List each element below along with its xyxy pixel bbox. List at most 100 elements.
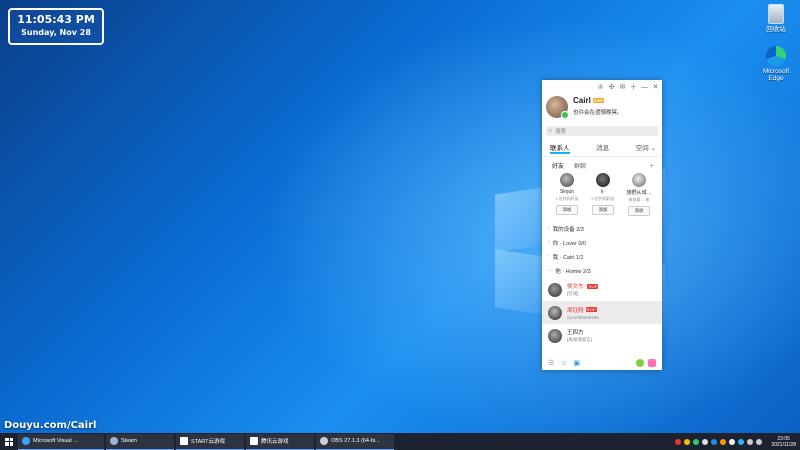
desktop-icon-edge[interactable]: Microsoft Edge — [756, 46, 796, 82]
avatar[interactable] — [560, 173, 574, 187]
qq-profile: Cairl SVIP 也许会在遗憾晚冥。 — [542, 94, 662, 120]
taskbar-item-tencent-cloud-game[interactable]: 腾讯云游戏 — [246, 433, 314, 450]
recommend-card: 旅野从城… 来自群… 来 添加 — [624, 173, 654, 216]
chevron-down-icon: ⌄ — [650, 145, 656, 152]
tab-contacts[interactable]: 联系人 — [550, 142, 570, 154]
recommend-name: k· — [600, 189, 606, 195]
avatar[interactable] — [548, 305, 562, 320]
mail-icon[interactable]: ✉ — [619, 83, 626, 91]
contact-name: 周钰翔 — [567, 307, 584, 314]
chevron-right-icon: › — [548, 253, 550, 259]
search-input[interactable]: ⌕ 搜索 — [546, 126, 658, 136]
group-lover[interactable]: › 你 · Lover 0/0 — [542, 236, 662, 250]
avatar[interactable] — [596, 173, 610, 187]
friend-groups: › 我的设备 2/3 › 你 · Lover 0/0 › 我 · Cairl 1/1 … — [542, 222, 662, 278]
contact-status: [在线] — [567, 291, 579, 296]
list-item[interactable]: 周钰翔 SVIP zyx1066348195 — [542, 301, 662, 324]
tray-app-icon[interactable] — [702, 438, 709, 445]
clock-date: Sunday, Nov 28 — [21, 28, 91, 37]
windows-icon — [5, 437, 13, 446]
recommend-card: Skrjun 1 位共同好友 添加 — [552, 173, 582, 216]
desktop-icon-label: Microsoft Edge — [762, 68, 790, 82]
list-item[interactable]: 侯文杰· SVIP [在线] — [542, 278, 662, 301]
chevron-right-icon: › — [548, 239, 550, 245]
group-my-devices[interactable]: › 我的设备 2/3 — [542, 222, 662, 236]
chevron-right-icon: › — [548, 225, 550, 231]
contact-name: 王四方 — [567, 330, 584, 336]
search-icon: ⌕ — [549, 127, 553, 134]
recommend-name: Skrjun — [559, 189, 575, 195]
list-item[interactable]: 王四方 [离线请留言] — [542, 324, 662, 347]
qq-bottom-bar: ☰ ☺ ▣ — [542, 356, 662, 370]
contact-status: zyx1066348195 — [567, 314, 599, 320]
contact-status: [离线请留言] — [567, 337, 593, 342]
tray-app-icon[interactable] — [711, 438, 718, 445]
minimize-icon[interactable]: — — [641, 84, 648, 91]
avatar[interactable] — [546, 96, 569, 119]
add-icon[interactable]: ＋ — [630, 82, 637, 92]
tray-app-icon[interactable] — [675, 438, 682, 445]
tray-app-icon[interactable] — [729, 438, 736, 445]
network-icon[interactable] — [747, 438, 754, 445]
taskbar-item-visual-studio[interactable]: Microsoft Visual ... — [18, 433, 104, 450]
qq-main-tabs: 联系人 消息 空间 ⌄ — [542, 136, 662, 157]
tray-app-icon[interactable] — [684, 438, 691, 445]
taskbar-item-start-cloud-game[interactable]: START云游戏 — [176, 433, 244, 450]
desktop-icon-label: 回收站 — [766, 26, 786, 33]
edge-icon — [766, 46, 786, 66]
tencent-cloud-game-icon — [250, 437, 258, 445]
taskbar-item-obs[interactable]: OBS 27.1.3 (64-bi... — [316, 433, 394, 450]
tab-groups[interactable]: 群聊 — [574, 161, 586, 170]
shirt-icon[interactable]: ♔ — [597, 83, 604, 91]
tray-app-icon[interactable] — [720, 438, 727, 445]
clock-time: 11:05:43 PM — [17, 13, 95, 26]
obs-icon — [320, 437, 328, 445]
group-homie[interactable]: ⌄ 他 · Homie 2/3 — [542, 264, 662, 278]
group-cairl[interactable]: › 我 · Cairl 1/1 — [542, 250, 662, 264]
system-tray: 23:05 2021/11/28 — [675, 436, 800, 448]
volume-icon[interactable] — [756, 438, 763, 445]
taskbar-clock[interactable]: 23:05 2021/11/28 — [771, 436, 796, 448]
recommend-friends: Skrjun 1 位共同好友 添加 k· 2 位共同好友 添加 旅野从城… 来自… — [542, 170, 662, 216]
contact-name: 侯文杰· — [567, 284, 586, 290]
avatar[interactable] — [632, 173, 646, 187]
qq-sub-tabs: 好友 群聊 + — [542, 157, 662, 170]
start-button[interactable] — [0, 433, 18, 450]
tab-messages[interactable]: 消息 — [596, 142, 609, 156]
add-friend-button[interactable]: 添加 — [592, 205, 614, 215]
svip-badge: SVIP — [592, 98, 604, 103]
svip-badge: SVIP — [587, 283, 599, 289]
desktop-icon-recycle-bin[interactable]: 回收站 — [756, 4, 796, 33]
tray-app-icon[interactable] — [693, 438, 700, 445]
profile-name[interactable]: Cairl — [573, 96, 591, 105]
add-friend-button[interactable]: 添加 — [628, 206, 650, 216]
svip-badge: SVIP — [585, 307, 597, 312]
recommend-mutual: 1 位共同好友 — [555, 196, 579, 201]
menu-icon[interactable]: ☰ — [548, 359, 554, 367]
taskbar-item-steam[interactable]: Steam — [106, 433, 174, 450]
qq-main-window: ♔ ✣ ✉ ＋ — ✕ Cairl SVIP 也许会在遗憾晚冥。 ⌕ 搜索 联系… — [542, 80, 662, 370]
game-icon[interactable] — [636, 359, 644, 367]
online-status-icon — [561, 111, 569, 119]
tab-friends[interactable]: 好友 — [552, 161, 564, 170]
app-grid-icon[interactable] — [648, 359, 656, 367]
profile-signature[interactable]: 也许会在遗憾晚冥。 — [573, 108, 623, 116]
clock-widget: 11:05:43 PM Sunday, Nov 28 — [8, 8, 104, 45]
avatar[interactable] — [548, 282, 562, 297]
search-placeholder: 搜索 — [555, 129, 567, 135]
taskbar: Microsoft Visual ... Steam START云游戏 腾讯云游… — [0, 433, 800, 450]
chevron-down-icon: ⌄ — [548, 267, 553, 273]
recommend-card: k· 2 位共同好友 添加 — [588, 173, 618, 216]
close-icon[interactable]: ✕ — [652, 83, 659, 91]
recommend-mutual: 2 位共同好友 — [591, 196, 615, 201]
add-friend-button[interactable]: 添加 — [556, 205, 578, 215]
recycle-bin-icon — [768, 4, 784, 24]
app-manager-icon[interactable]: ▣ — [573, 359, 580, 367]
tab-space[interactable]: 空间 ⌄ — [636, 142, 656, 156]
puzzle-icon[interactable]: ✣ — [608, 83, 615, 91]
contacts-manager-icon[interactable]: ☺ — [560, 360, 567, 367]
steam-icon — [110, 437, 118, 445]
avatar[interactable] — [548, 328, 562, 343]
add-icon[interactable]: + — [649, 161, 654, 170]
tray-app-icon[interactable] — [738, 438, 745, 445]
